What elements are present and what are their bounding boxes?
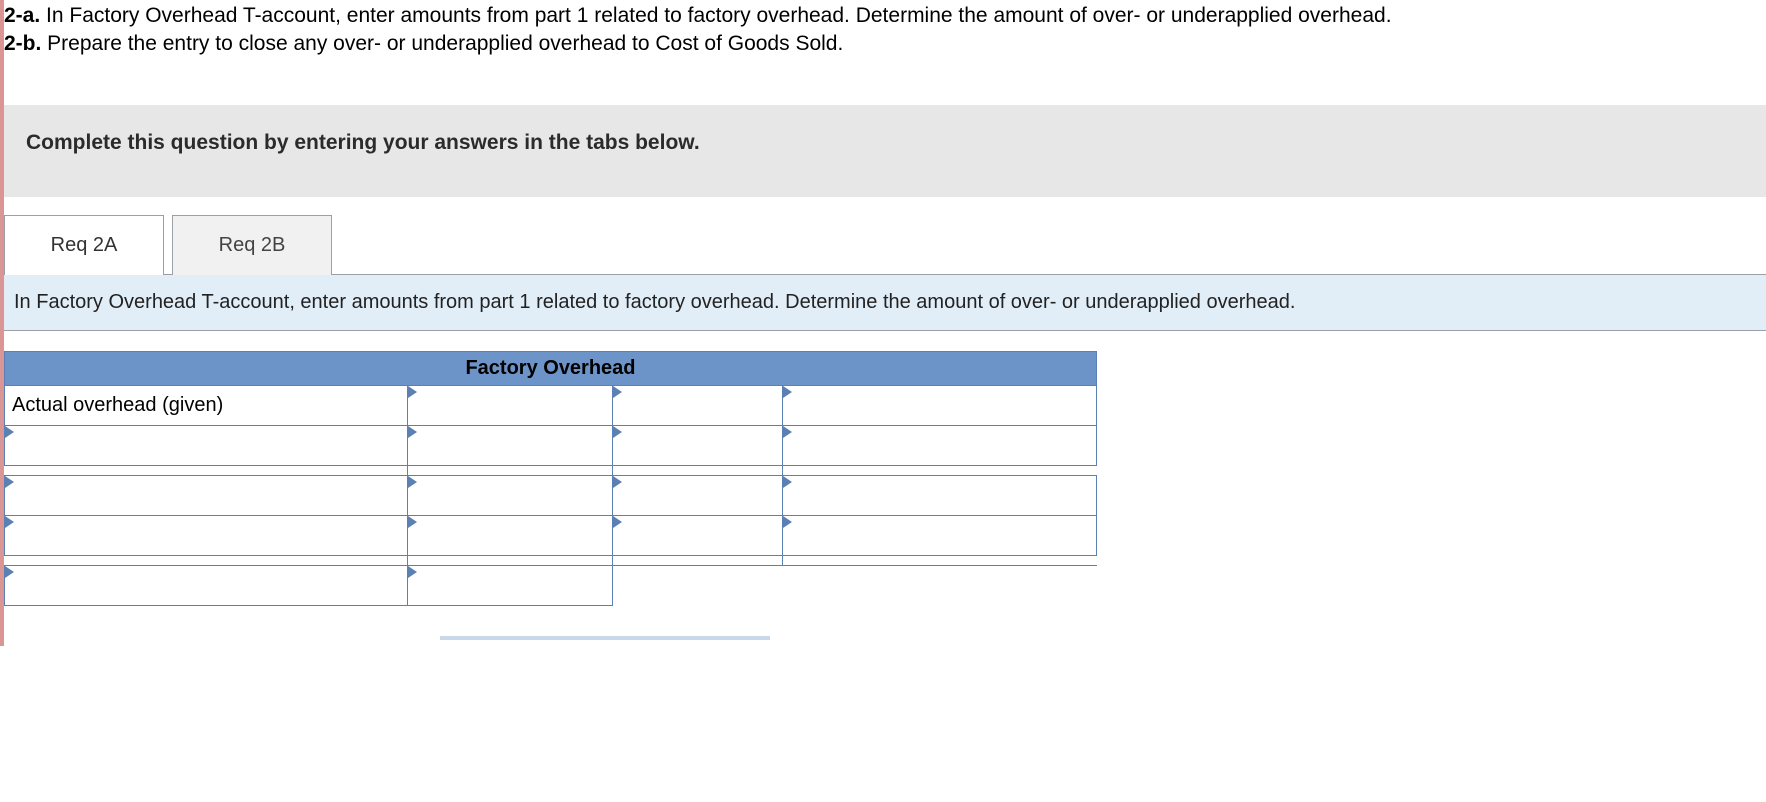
row2-amount3-cell[interactable] <box>783 425 1097 465</box>
tab-req-2b[interactable]: Req 2B <box>172 215 332 275</box>
row3-amount3-cell[interactable] <box>783 475 1097 515</box>
dropdown-marker-icon <box>5 566 14 578</box>
row2-amount2 <box>614 441 781 449</box>
row3-amount2 <box>614 491 781 499</box>
row3-amount3 <box>784 491 1095 499</box>
dropdown-marker-icon <box>783 386 792 398</box>
row3-amount1 <box>409 491 611 499</box>
dropdown-marker-icon <box>613 426 622 438</box>
dropdown-marker-icon <box>613 516 622 528</box>
row4-label <box>6 531 406 539</box>
footer-gap2 <box>783 565 1097 605</box>
footer-gap1 <box>613 565 783 605</box>
footer-amount1-cell[interactable] <box>408 565 613 605</box>
dropdown-marker-icon <box>5 476 14 488</box>
dropdown-marker-icon <box>783 426 792 438</box>
dropdown-marker-icon <box>5 516 14 528</box>
row2-amount3 <box>784 441 1095 449</box>
dropdown-marker-icon <box>408 426 417 438</box>
dropdown-marker-icon <box>408 566 417 578</box>
panel-prompt: In Factory Overhead T-account, enter amo… <box>4 274 1766 331</box>
instruction-bar: Complete this question by entering your … <box>4 105 1766 197</box>
dropdown-marker-icon <box>408 386 417 398</box>
row1-amount3 <box>784 401 1095 409</box>
tab-label: Req 2A <box>51 234 118 256</box>
row4-amount1 <box>409 531 611 539</box>
row4-amount2 <box>614 531 781 539</box>
row2-label-cell[interactable] <box>5 425 408 465</box>
tabs-container: Req 2A Req 2B <box>4 215 1766 275</box>
panel-prompt-text: In Factory Overhead T-account, enter amo… <box>14 291 1295 313</box>
footer-decorative-bar <box>440 636 770 640</box>
row3-amount1-cell[interactable] <box>408 475 613 515</box>
row4-amount3 <box>784 531 1095 539</box>
footer-amount1 <box>409 581 611 589</box>
dropdown-marker-icon <box>613 476 622 488</box>
row2-amount1-cell[interactable] <box>408 425 613 465</box>
q2a-number: 2-a. <box>4 4 40 27</box>
q2b-number: 2-b. <box>4 32 41 55</box>
dropdown-marker-icon <box>783 476 792 488</box>
row2-amount2-cell[interactable] <box>613 425 783 465</box>
row2-label <box>6 441 406 449</box>
row1-amount2 <box>614 401 781 409</box>
factory-overhead-taccount: Factory Overhead Actual overhead (given) <box>4 351 1097 606</box>
footer-label <box>6 581 406 589</box>
row1-amount1 <box>409 401 611 409</box>
taccount-title: Factory Overhead <box>5 351 1097 385</box>
row2-amount1 <box>409 441 611 449</box>
row1-amount2-cell[interactable] <box>613 385 783 425</box>
q2b-text: Prepare the entry to close any over- or … <box>41 32 843 55</box>
row4-amount1-cell[interactable] <box>408 515 613 555</box>
row4-amount3-cell[interactable] <box>783 515 1097 555</box>
row3-label-cell[interactable] <box>5 475 408 515</box>
dropdown-marker-icon <box>5 426 14 438</box>
dropdown-marker-icon <box>613 386 622 398</box>
row1-amount3-cell[interactable] <box>783 385 1097 425</box>
tab-req-2a[interactable]: Req 2A <box>4 215 164 275</box>
row4-amount2-cell[interactable] <box>613 515 783 555</box>
q2a-text: In Factory Overhead T-account, enter amo… <box>40 4 1391 27</box>
dropdown-marker-icon <box>783 516 792 528</box>
instruction-text: Complete this question by entering your … <box>26 131 700 154</box>
footer-label-cell[interactable] <box>5 565 408 605</box>
row4-label-cell[interactable] <box>5 515 408 555</box>
tab-label: Req 2B <box>219 234 286 256</box>
row1-label: Actual overhead (given) <box>6 390 406 421</box>
row3-amount2-cell[interactable] <box>613 475 783 515</box>
dropdown-marker-icon <box>408 516 417 528</box>
dropdown-marker-icon <box>408 476 417 488</box>
row3-label <box>6 491 406 499</box>
question-block: 2-a. In Factory Overhead T-account, ente… <box>4 0 1766 59</box>
row1-amount1-cell[interactable] <box>408 385 613 425</box>
row1-label-cell: Actual overhead (given) <box>5 385 408 425</box>
